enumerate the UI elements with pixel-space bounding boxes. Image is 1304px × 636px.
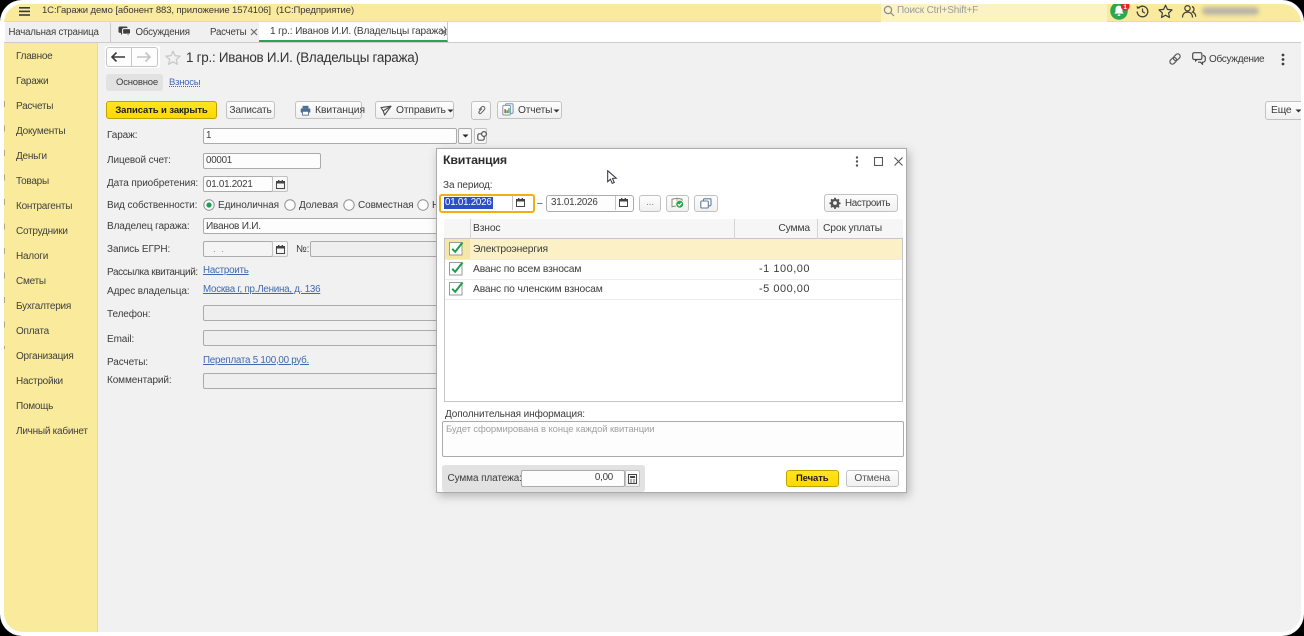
- svg-text:1: 1: [1123, 4, 1127, 11]
